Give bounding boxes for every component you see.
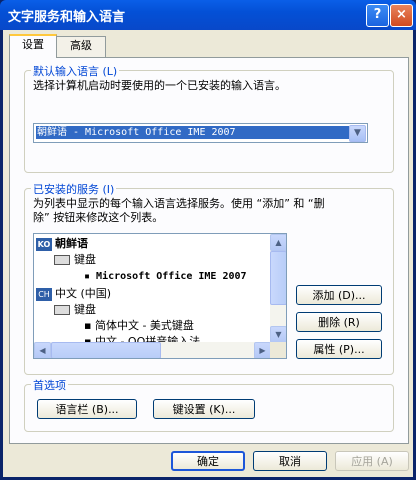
tree-item-label: 键盘	[74, 303, 96, 316]
bullet-icon: ▪	[84, 319, 95, 332]
key-settings-button[interactable]: 键设置 (K)...	[153, 399, 255, 419]
tree-item-label: 键盘	[74, 253, 96, 266]
window-title: 文字服务和输入语言	[8, 10, 126, 25]
installed-services-description-2: 除” 按钮来修改这个列表。	[33, 211, 164, 224]
scrollbar-corner	[270, 342, 286, 358]
installed-services-title: 已安装的服务 (I)	[31, 181, 117, 197]
add-button[interactable]: 添加 (D)...	[296, 285, 382, 305]
language-badge-icon: CH	[36, 287, 52, 301]
services-tree[interactable]: KO 朝鲜语 键盘 ▪ Microsoft Office IME 2007 CH 中…	[33, 233, 287, 359]
default-language-group: 默认输入语言 (L) 选择计算机启动时要使用的一个已安装的输入语言。 朝鲜语 -…	[24, 63, 394, 173]
installed-services-description-1: 为列表中显示的每个输入语言选择服务。使用 “添加” 和 “删	[33, 197, 325, 210]
tree-item-korean[interactable]: KO 朝鲜语	[36, 236, 88, 252]
installed-services-group: 已安装的服务 (I) 为列表中显示的每个输入语言选择服务。使用 “添加” 和 “…	[24, 181, 394, 375]
vertical-scrollbar[interactable]: ▲ ▼	[270, 234, 286, 343]
settings-panel: 默认输入语言 (L) 选择计算机启动时要使用的一个已安装的输入语言。 朝鲜语 -…	[9, 57, 409, 444]
tree-item-chinese[interactable]: CH 中文 (中国)	[36, 286, 111, 302]
tree-item-label: 简体中文 - 美式键盘	[94, 319, 194, 332]
tree-item-label: Microsoft Office IME 2007	[96, 271, 247, 282]
tree-item-label: 朝鲜语	[55, 237, 88, 250]
dialog-client: 设置 高级 默认输入语言 (L) 选择计算机启动时要使用的一个已安装的输入语言。…	[3, 30, 413, 477]
horizontal-scrollbar[interactable]: ◀ ▶	[34, 342, 271, 358]
vertical-scroll-thumb[interactable]	[270, 251, 286, 305]
tree-item-korean-keyboard[interactable]: 键盘	[54, 252, 96, 268]
chevron-down-icon[interactable]: ▼	[349, 125, 366, 142]
keyboard-icon	[54, 305, 70, 315]
tree-item-chinese-ime-1[interactable]: ▪ 简体中文 - 美式键盘	[84, 318, 194, 334]
language-bar-button[interactable]: 语言栏 (B)...	[37, 399, 137, 419]
default-language-title: 默认输入语言 (L)	[31, 63, 120, 79]
close-button[interactable]: ×	[390, 4, 413, 27]
tree-item-chinese-keyboard[interactable]: 键盘	[54, 302, 96, 318]
tab-settings[interactable]: 设置	[9, 34, 57, 58]
apply-button[interactable]: 应用 (A)	[335, 451, 409, 471]
keyboard-icon	[54, 255, 70, 265]
default-language-description: 选择计算机启动时要使用的一个已安装的输入语言。	[33, 79, 286, 92]
preferences-group: 首选项 语言栏 (B)... 键设置 (K)...	[24, 377, 394, 432]
scroll-down-icon[interactable]: ▼	[270, 326, 286, 343]
remove-button[interactable]: 删除 (R)	[296, 312, 382, 332]
default-language-value: 朝鲜语 - Microsoft Office IME 2007	[36, 126, 349, 139]
scroll-up-icon[interactable]: ▲	[270, 234, 286, 251]
properties-button[interactable]: 属性 (P)...	[296, 339, 382, 359]
horizontal-scroll-thumb[interactable]	[51, 342, 161, 358]
help-button[interactable]: ?	[366, 4, 389, 27]
default-language-select[interactable]: 朝鲜语 - Microsoft Office IME 2007 ▼	[33, 123, 368, 143]
language-badge-icon: KO	[36, 237, 52, 251]
ok-button[interactable]: 确定	[171, 451, 245, 471]
scroll-left-icon[interactable]: ◀	[34, 342, 51, 358]
scroll-right-icon[interactable]: ▶	[254, 342, 271, 358]
title-bar[interactable]: 文字服务和输入语言 ? ×	[0, 0, 416, 30]
preferences-title: 首选项	[31, 377, 68, 393]
tab-advanced[interactable]: 高级	[56, 36, 106, 57]
tree-item-korean-ime[interactable]: ▪ Microsoft Office IME 2007	[84, 269, 247, 285]
cancel-button[interactable]: 取消	[253, 451, 327, 471]
tree-item-label: 中文 (中国)	[55, 287, 112, 300]
dialog-window: 文字服务和输入语言 ? × 设置 高级 默认输入语言 (L) 选择计算机启动时要…	[0, 0, 416, 480]
bullet-icon: ▪	[84, 271, 97, 282]
